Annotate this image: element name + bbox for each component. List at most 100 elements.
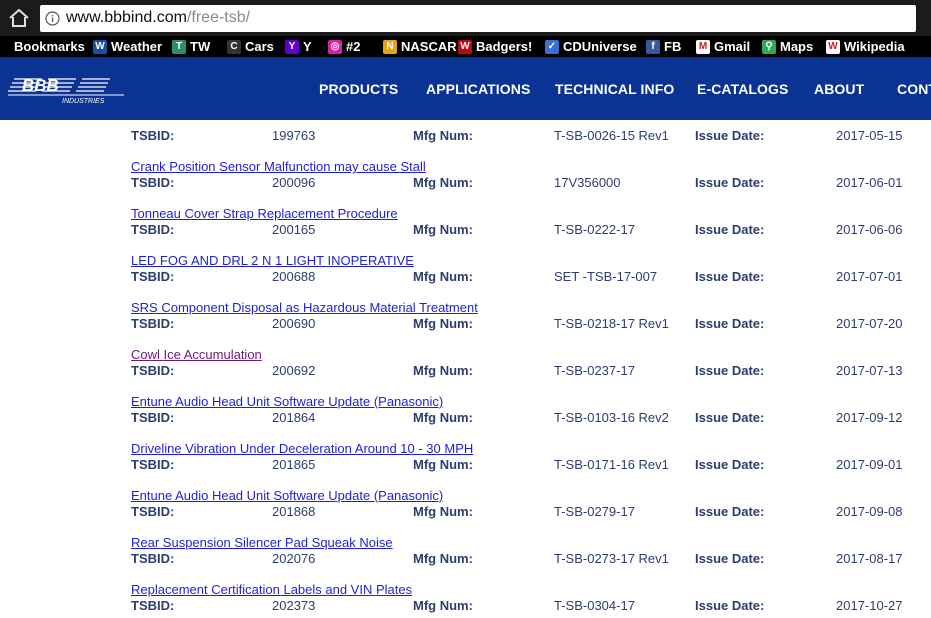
issue-date-label: Issue Date: <box>695 410 765 425</box>
bookmark-nascar[interactable]: N NASCAR <box>383 38 457 55</box>
tsb-title-link[interactable]: Entune Audio Head Unit Software Update (… <box>131 394 443 409</box>
nav-technical-info[interactable]: TECHNICAL INFO <box>555 81 674 97</box>
mfg-num-value: T-SB-0218-17 Rev1 <box>554 316 669 331</box>
bookmark-maps[interactable]: ⚲ Maps <box>762 38 813 55</box>
tsbid-value: 200688 <box>272 269 316 284</box>
issue-date-label: Issue Date: <box>695 363 765 378</box>
nascar-icon: N <box>383 39 397 54</box>
issue-date-value: 2017-09-08 <box>836 504 903 519</box>
mfg-num-label: Mfg Num: <box>413 128 473 143</box>
bookmark-bookmarks[interactable]: Bookmarks <box>14 38 85 55</box>
bookmark-weather[interactable]: W Weather <box>93 38 162 55</box>
tsbid-value: 200096 <box>272 175 316 190</box>
bookmark-label: TW <box>190 39 211 54</box>
gmail-icon: M <box>696 39 710 54</box>
bookmark-cduniverse[interactable]: ✓ CDUniverse <box>545 38 637 55</box>
bookmark--2[interactable]: ◎ #2 <box>328 38 360 55</box>
tsbid-label: TSBID: <box>131 410 175 425</box>
info-icon[interactable] <box>45 11 60 26</box>
bbb-industries-logo[interactable]: BBB INDUSTRIES <box>8 77 128 105</box>
tsbid-label: TSBID: <box>131 363 175 378</box>
wikipedia-icon: W <box>826 39 840 54</box>
tsbid-value: 201868 <box>272 504 316 519</box>
tsbid-value: 200692 <box>272 363 316 378</box>
nav-e-catalogs[interactable]: E-CATALOGS <box>697 81 788 97</box>
tsb-title-link[interactable]: Crank Position Sensor Malfunction may ca… <box>131 159 426 174</box>
tw-icon: T <box>172 39 186 54</box>
bookmark-label: Bookmarks <box>14 39 85 54</box>
cdu-icon: ✓ <box>545 39 559 54</box>
url-field[interactable]: www.bbbind.com/free-tsb/ <box>40 5 916 32</box>
issue-date-value: 2017-05-15 <box>836 128 903 143</box>
bookmark-label: NASCAR <box>401 39 457 54</box>
tsbid-label: TSBID: <box>131 316 175 331</box>
bookmarks-bar: Bookmarks W Weather T TW C Cars Y Y ◎ #2 N NASCAR W Ba… <box>0 36 931 57</box>
tsb-title-link[interactable]: Tonneau Cover Strap Replacement Procedur… <box>131 206 398 221</box>
tsb-title-link[interactable]: Driveline Vibration Under Deceleration A… <box>131 441 473 456</box>
bookmark-y[interactable]: YY <box>285 38 312 55</box>
bookmark-label: Weather <box>111 39 163 54</box>
tsbid-label: TSBID: <box>131 457 175 472</box>
bookmark-label: #2 <box>346 39 361 54</box>
bookmark-cars[interactable]: C Cars <box>227 38 274 55</box>
tsb-title-link[interactable]: Entune Audio Head Unit Software Update (… <box>131 488 443 503</box>
issue-date-label: Issue Date: <box>695 269 765 284</box>
tsbid-label: TSBID: <box>131 128 175 143</box>
tsb-title-link[interactable]: Rear Suspension Silencer Pad Squeak Nois… <box>131 535 393 550</box>
issue-date-value: 2017-10-27 <box>836 598 903 613</box>
issue-date-label: Issue Date: <box>695 598 765 613</box>
wisconsin-icon: W <box>458 39 472 54</box>
mfg-num-value: 17V356000 <box>554 175 621 190</box>
tsbid-value: 202076 <box>272 551 316 566</box>
bookmark-label: Maps <box>780 39 814 54</box>
issue-date-label: Issue Date: <box>695 128 765 143</box>
tsb-title-link[interactable]: SRS Component Disposal as Hazardous Mate… <box>131 300 478 315</box>
nav-about[interactable]: ABOUT <box>814 81 864 97</box>
bookmark-gmail[interactable]: M Gmail <box>696 38 750 55</box>
tsb-entry: Crank Position Sensor Malfunction may ca… <box>0 159 931 206</box>
address-bar-row: www.bbbind.com/free-tsb/ <box>0 0 931 36</box>
nav-products[interactable]: PRODUCTS <box>319 81 398 97</box>
url-text: www.bbbind.com/free-tsb/ <box>66 9 250 27</box>
bookmark-label: Wikipedia <box>844 39 905 54</box>
home-icon[interactable] <box>6 5 32 31</box>
mfg-num-label: Mfg Num: <box>413 504 473 519</box>
site-header: BBB INDUSTRIES PRODUCTS APPLICATIONS TEC… <box>0 57 931 120</box>
tsb-entry: Driveline Vibration Under Deceleration A… <box>0 441 931 488</box>
bookmark-tw[interactable]: T TW <box>172 38 210 55</box>
mfg-num-label: Mfg Num: <box>413 598 473 613</box>
tsb-title-link[interactable]: Replacement Certification Labels and VIN… <box>131 582 412 597</box>
tsbid-value: 199763 <box>272 128 316 143</box>
bookmark-badgers[interactable]: W Badgers! <box>458 38 532 55</box>
nav-applications[interactable]: APPLICATIONS <box>426 81 530 97</box>
bookmark-label: Badgers! <box>476 39 533 54</box>
tsbid-label: TSBID: <box>131 504 175 519</box>
url-path: /free-tsb/ <box>186 9 251 26</box>
issue-date-value: 2017-09-01 <box>836 457 903 472</box>
tsbid-value: 202373 <box>272 598 316 613</box>
issue-date-value: 2017-09-12 <box>836 410 903 425</box>
nav-contact[interactable]: CONT <box>897 81 931 97</box>
bookmark-wikipedia[interactable]: W Wikipedia <box>826 38 905 55</box>
tsb-entry: SRS Component Disposal as Hazardous Mate… <box>0 300 931 347</box>
mfg-num-label: Mfg Num: <box>413 175 473 190</box>
mfg-num-value: T-SB-0222-17 <box>554 222 635 237</box>
bookmark-fb[interactable]: f FB <box>646 38 681 55</box>
bookmark-label: Gmail <box>714 39 751 54</box>
tsb-title-link[interactable]: Cowl Ice Accumulation <box>131 347 262 362</box>
bookmark-label: Y <box>303 39 312 54</box>
mfg-num-value: T-SB-0279-17 <box>554 504 635 519</box>
issue-date-label: Issue Date: <box>695 175 765 190</box>
issue-date-label: Issue Date: <box>695 316 765 331</box>
tsb-entry: Tonneau Cover Strap Replacement Procedur… <box>0 206 931 253</box>
tsb-title-link[interactable]: LED FOG AND DRL 2 N 1 LIGHT INOPERATIVE <box>131 253 414 268</box>
tsbid-label: TSBID: <box>131 598 175 613</box>
issue-date-label: Issue Date: <box>695 222 765 237</box>
issue-date-label: Issue Date: <box>695 551 765 566</box>
issue-date-label: Issue Date: <box>695 457 765 472</box>
tsb-entry: Replacement Certification Labels and VIN… <box>0 582 931 618</box>
mfg-num-value: T-SB-0026-15 Rev1 <box>554 128 669 143</box>
issue-date-label: Issue Date: <box>695 504 765 519</box>
tsb-entry: Entune Audio Head Unit Software Update (… <box>0 488 931 535</box>
instagram-icon: ◎ <box>328 39 342 54</box>
